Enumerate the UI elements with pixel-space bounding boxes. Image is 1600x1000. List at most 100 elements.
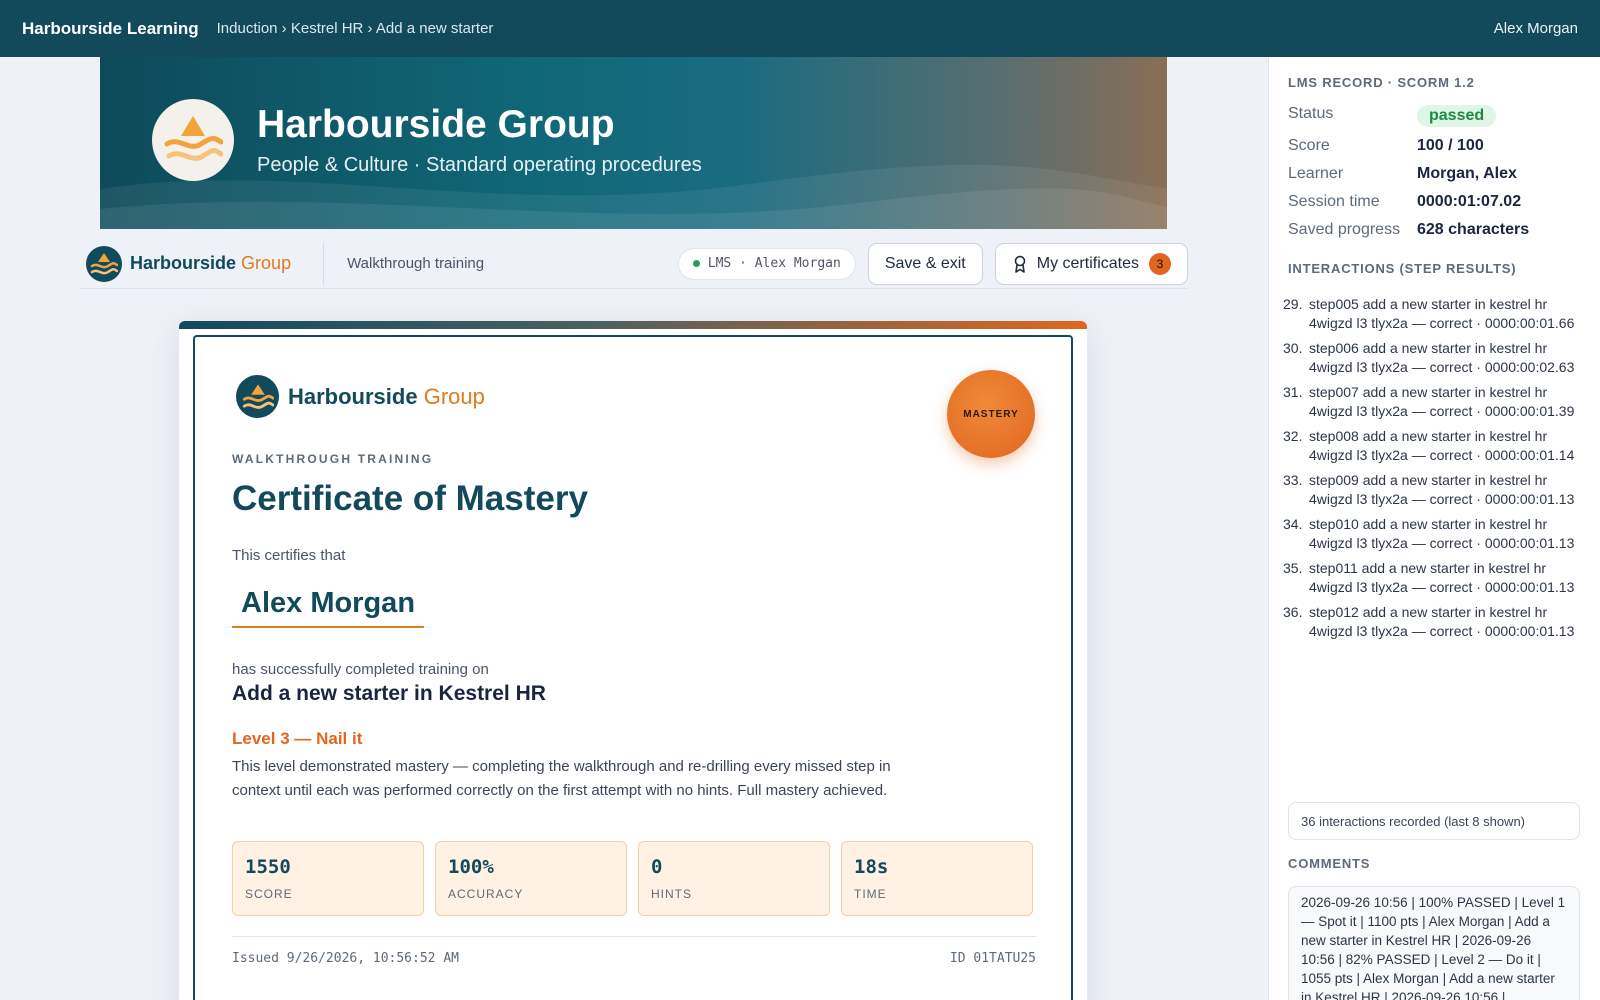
stat-value: 1550 — [245, 856, 291, 878]
stat-accuracy: 100% ACCURACY — [435, 841, 627, 916]
main-content: Harbourside Group People & Culture · Sta… — [0, 57, 1268, 1000]
lms-status-text: LMS · Alex Morgan — [707, 256, 841, 271]
list-item: 33. step009 add a new starter in kestrel … — [1283, 471, 1583, 509]
item-text: step010 add a new starter in kestrel hr … — [1309, 516, 1575, 551]
module-name: Walkthrough training — [347, 255, 485, 272]
item-number: 35. — [1283, 560, 1303, 576]
item-text: step006 add a new starter in kestrel hr … — [1309, 340, 1575, 375]
level-description: This level demonstrated mastery — comple… — [232, 758, 891, 799]
toolbar-logo[interactable]: Harbourside Group — [86, 245, 291, 282]
certificate-frame: Harbourside Group MASTERY WALKTHROUGH TR… — [193, 335, 1073, 1000]
harbour-mark-icon — [236, 375, 279, 418]
certificate-id: ID 01TATU25 — [949, 951, 1036, 966]
record-value: 628 characters — [1417, 221, 1530, 238]
list-item: 35. step011 add a new starter in kestrel … — [1283, 559, 1583, 597]
ribbon-award-icon — [1014, 255, 1026, 273]
save-exit-button[interactable]: Save & exit — [867, 242, 983, 285]
my-certificates-button[interactable]: My certificates 3 — [994, 242, 1188, 285]
item-text: step007 add a new starter in kestrel hr … — [1309, 384, 1575, 419]
certificate-footer: Issued 9/26/2026, 10:56:52 AM ID 01TATU2… — [232, 936, 1036, 966]
completed-on-text: has successfully completed training on — [232, 661, 489, 678]
record-progress-row: Saved progress 628 characters — [1288, 221, 1588, 239]
stat-label: TIME — [854, 887, 887, 901]
harbour-logo-icon — [164, 116, 223, 161]
item-text: step009 add a new starter in kestrel hr … — [1309, 472, 1575, 507]
hero-subtitle: People & Culture · Standard operating pr… — [257, 154, 702, 176]
certificate-brand: Harbourside Group — [288, 384, 485, 410]
learner-name: Alex Morgan — [232, 587, 425, 628]
interactions-list: 29. step005 add a new starter in kestrel … — [1283, 295, 1583, 647]
stat-label: SCORE — [245, 887, 293, 901]
hero-title: Harbourside Group — [257, 103, 615, 146]
my-certificates-label: My certificates — [1036, 254, 1139, 272]
certificate-card: Harbourside Group MASTERY WALKTHROUGH TR… — [179, 321, 1087, 1000]
certifies-text: This certifies that — [232, 547, 346, 564]
issued-date: Issued 9/26/2026, 10:56:52 AM — [232, 951, 459, 966]
item-text: step011 add a new starter in kestrel hr … — [1309, 560, 1575, 595]
stat-value: 0 — [651, 856, 663, 878]
record-value: 100 / 100 — [1417, 137, 1484, 154]
hero-logo — [152, 99, 234, 181]
stat-time: 18s TIME — [841, 841, 1033, 916]
toolbar-brand-accent: Group — [241, 253, 292, 273]
stats-row: 1550 SCORE 100% ACCURACY 0 HINTS 18s TIM… — [232, 841, 1044, 916]
stat-label: ACCURACY — [448, 887, 524, 901]
record-label: Saved progress — [1288, 221, 1401, 238]
item-number: 30. — [1283, 340, 1303, 356]
record-label: Session time — [1288, 193, 1380, 210]
stat-value: 100% — [448, 856, 494, 878]
record-label: Learner — [1288, 165, 1344, 182]
toolbar-divider — [323, 242, 325, 285]
item-text: step008 add a new starter in kestrel hr … — [1309, 428, 1575, 463]
hero-banner: Harbourside Group People & Culture · Sta… — [100, 57, 1167, 229]
mastery-seal: MASTERY — [947, 370, 1035, 458]
list-item: 30. step006 add a new starter in kestrel … — [1283, 339, 1583, 377]
comments-heading: COMMENTS — [1288, 856, 1371, 871]
connected-dot-icon — [692, 260, 700, 267]
stat-value: 18s — [854, 856, 889, 878]
comments-box[interactable]: 2026-09-26 10:56 | 100% PASSED | Level 1… — [1288, 886, 1580, 1000]
item-text: step005 add a new starter in kestrel hr … — [1309, 296, 1575, 331]
record-score-row: Score 100 / 100 — [1288, 137, 1588, 155]
item-number: 31. — [1283, 384, 1303, 400]
interactions-heading: INTERACTIONS (STEP RESULTS) — [1288, 261, 1517, 276]
toolbar-brand-main: Harbourside — [130, 253, 237, 273]
user-name[interactable]: Alex Morgan — [1494, 20, 1578, 37]
item-text: step012 add a new starter in kestrel hr … — [1309, 604, 1575, 639]
harbour-mark-icon — [86, 245, 122, 282]
list-item: 34. step010 add a new starter in kestrel … — [1283, 515, 1583, 553]
record-label: Status — [1288, 105, 1334, 122]
certificate-brand-accent: Group — [423, 383, 485, 409]
record-session-row: Session time 0000:01:07.02 — [1288, 193, 1588, 211]
lms-record-panel[interactable]: LMS RECORD · SCORM 1.2 Status passed Sco… — [1268, 57, 1600, 1000]
record-label: Score — [1288, 137, 1330, 154]
stat-label: HINTS — [651, 887, 692, 901]
list-item: 31. step007 add a new starter in kestrel … — [1283, 383, 1583, 421]
level-title: Level 3 — Nail it — [232, 729, 363, 748]
interactions-count: 36 interactions recorded (last 8 shown) — [1288, 802, 1580, 840]
item-number: 33. — [1283, 472, 1303, 488]
item-number: 34. — [1283, 516, 1303, 532]
certificate-top-stripe — [179, 321, 1087, 329]
certificate-logo: Harbourside Group — [236, 375, 485, 418]
top-bar: Harbourside Learning Induction › Kestrel… — [0, 0, 1600, 57]
breadcrumb: Induction › Kestrel HR › Add a new start… — [216, 20, 494, 37]
app-brand[interactable]: Harbourside Learning — [22, 19, 199, 39]
lms-record-heading: LMS RECORD · SCORM 1.2 — [1288, 75, 1475, 90]
stat-score: 1550 SCORE — [232, 841, 424, 916]
item-number: 29. — [1283, 296, 1303, 312]
list-item: 29. step005 add a new starter in kestrel … — [1283, 295, 1583, 333]
item-number: 32. — [1283, 428, 1303, 444]
toolbar-brand: Harbourside Group — [130, 253, 291, 274]
certificates-count-badge: 3 — [1149, 252, 1171, 275]
record-learner-row: Learner Morgan, Alex — [1288, 165, 1588, 183]
status-badge: passed — [1417, 105, 1497, 127]
module-toolbar: Harbourside Group Walkthrough training L… — [80, 239, 1188, 289]
lms-status-chip: LMS · Alex Morgan — [677, 247, 856, 280]
certificate-title: Certificate of Mastery — [232, 479, 588, 518]
certificate-brand-main: Harbourside — [288, 383, 418, 409]
record-value: 0000:01:07.02 — [1417, 193, 1522, 210]
list-item: 36. step012 add a new starter in kestrel … — [1283, 603, 1583, 641]
course-name: Add a new starter in Kestrel HR — [232, 682, 546, 705]
record-value: Morgan, Alex — [1417, 165, 1517, 182]
